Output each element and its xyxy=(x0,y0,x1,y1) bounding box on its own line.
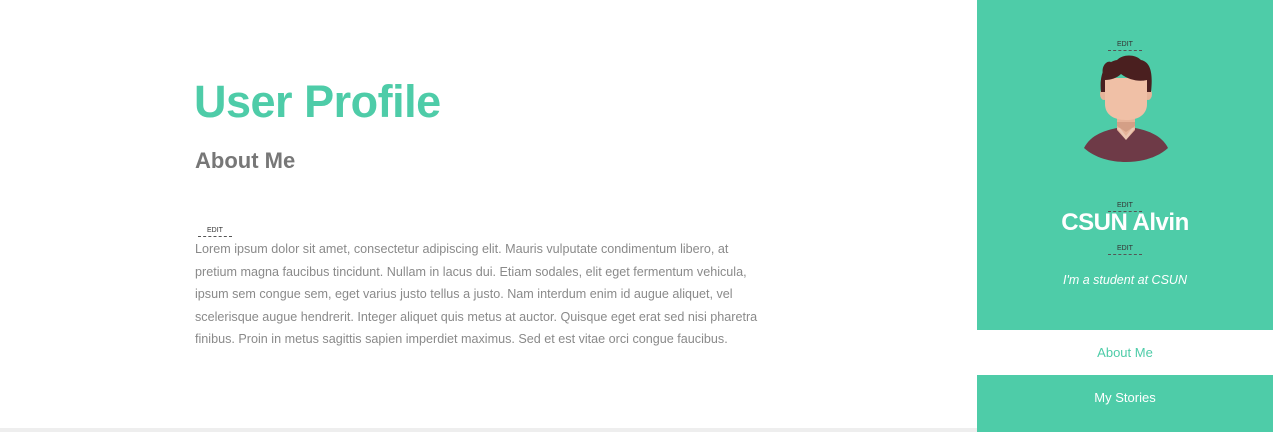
profile-name: CSUN Alvin xyxy=(1061,209,1189,236)
male-avatar-icon xyxy=(1084,55,1168,162)
main-content: User Profile About Me EDIT Lorem ipsum d… xyxy=(0,0,977,432)
profile-card: EDIT EDIT CSUN Alvin EDIT I'm a student … xyxy=(977,0,1273,330)
user-profile-page: User Profile About Me EDIT Lorem ipsum d… xyxy=(0,0,1273,432)
page-title: User Profile xyxy=(194,76,441,127)
edit-bio-link[interactable]: EDIT xyxy=(1108,244,1142,255)
profile-bio: I'm a student at CSUN xyxy=(1063,273,1187,287)
edit-about-link[interactable]: EDIT xyxy=(198,226,232,237)
about-me-heading: About Me xyxy=(195,148,296,173)
edit-avatar-link[interactable]: EDIT xyxy=(1108,40,1142,51)
about-me-text: Lorem ipsum dolor sit amet, consectetur … xyxy=(195,242,758,346)
nav-item-my-stories[interactable]: My Stories xyxy=(977,375,1273,432)
profile-sidebar: EDIT EDIT CSUN Alvin EDIT I'm a student … xyxy=(977,0,1273,432)
bottom-divider xyxy=(0,428,977,432)
nav-item-about-me[interactable]: About Me xyxy=(977,330,1273,375)
